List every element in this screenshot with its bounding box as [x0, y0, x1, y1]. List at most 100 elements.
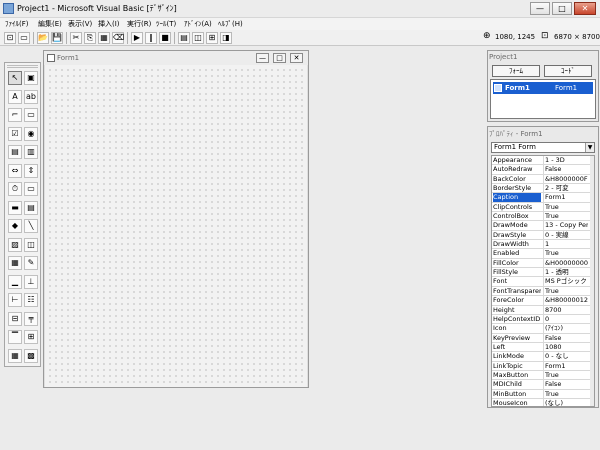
- menu-tools[interactable]: ﾂｰﾙ(T): [156, 18, 176, 30]
- property-value[interactable]: &H8000000F&: [543, 174, 588, 184]
- property-row[interactable]: Height 8700: [492, 305, 594, 315]
- form-close-button[interactable]: ✕: [290, 53, 303, 63]
- vscrollbar-tool[interactable]: ⇕: [24, 163, 38, 178]
- combobox-tool[interactable]: ▤: [8, 145, 22, 159]
- property-row[interactable]: BorderStyle 2 - 可変: [492, 184, 594, 194]
- property-row[interactable]: FontTransparent True: [492, 286, 594, 297]
- property-row[interactable]: LinkTopic Form1: [492, 361, 594, 371]
- menu-insert[interactable]: 挿入(I): [98, 18, 120, 30]
- property-value[interactable]: 8700: [543, 305, 588, 314]
- statusbar-tool[interactable]: ▔: [8, 330, 22, 344]
- object-browser-icon[interactable]: ◫: [192, 32, 204, 44]
- textbox-tool[interactable]: ab: [24, 89, 38, 104]
- property-row[interactable]: DrawWidth 1: [492, 240, 594, 250]
- property-row[interactable]: MouseIcon (なし): [492, 398, 594, 406]
- menu-file[interactable]: ﾌｧｲﾙ(F): [5, 18, 29, 30]
- property-row[interactable]: Enabled True: [492, 249, 594, 259]
- progressbar-tool[interactable]: ▁: [8, 274, 22, 289]
- data-view-icon[interactable]: ◨: [220, 32, 232, 44]
- property-value[interactable]: 1080: [543, 342, 588, 352]
- property-value[interactable]: True: [543, 202, 588, 212]
- commandbutton-tool[interactable]: ▭: [24, 108, 38, 122]
- property-value[interactable]: True: [543, 370, 588, 380]
- tabstrip-tool[interactable]: ⊟: [8, 311, 22, 326]
- property-value[interactable]: True: [543, 212, 588, 221]
- form-canvas[interactable]: [45, 65, 307, 387]
- property-row[interactable]: KeyPreview False: [492, 333, 594, 343]
- treeview-tool[interactable]: ⊢: [8, 293, 22, 307]
- property-value[interactable]: (なし): [543, 398, 588, 406]
- start-icon[interactable]: ▶: [131, 32, 143, 44]
- property-row[interactable]: LinkMode 0 - なし: [492, 352, 594, 362]
- optionbutton-tool[interactable]: ◉: [24, 126, 38, 141]
- property-row[interactable]: DrawStyle 0 - 実線: [492, 230, 594, 241]
- paste-icon[interactable]: ▦: [98, 32, 110, 44]
- imagelist-tool[interactable]: ⊞: [24, 330, 38, 344]
- menu-help[interactable]: ﾍﾙﾌﾟ(H): [218, 18, 243, 30]
- property-row[interactable]: MinButton True: [492, 389, 594, 399]
- property-value[interactable]: Form1: [543, 193, 588, 202]
- close-button[interactable]: ✕: [574, 2, 596, 15]
- toolbar-tool[interactable]: ╤: [24, 311, 38, 326]
- form-maximize-button[interactable]: □: [273, 53, 286, 63]
- property-row[interactable]: Font MS Pゴシック: [492, 277, 594, 287]
- property-value[interactable]: 0 - なし: [543, 352, 588, 361]
- copy-icon[interactable]: ⎘: [84, 32, 96, 44]
- property-value[interactable]: False: [543, 333, 588, 342]
- datagrid-tool[interactable]: ▦: [8, 348, 22, 363]
- image-tool[interactable]: ▨: [8, 237, 22, 252]
- maximize-button[interactable]: □: [552, 2, 572, 15]
- menu-edit[interactable]: 編集(E): [38, 18, 62, 30]
- property-row[interactable]: Caption Form1: [492, 193, 594, 203]
- property-value[interactable]: 0: [543, 314, 588, 324]
- richtext-tool[interactable]: ✎: [24, 256, 38, 270]
- view-object-button[interactable]: ﾌｫｰﾑ: [492, 65, 540, 77]
- view-code-button[interactable]: ｺｰﾄﾞ: [544, 65, 592, 77]
- end-icon[interactable]: ■: [159, 32, 171, 44]
- save-icon[interactable]: 💾: [51, 32, 63, 44]
- picturebox-tool[interactable]: ▣: [24, 71, 38, 85]
- property-value[interactable]: 1: [543, 240, 588, 249]
- property-value[interactable]: False: [543, 380, 588, 389]
- slider-tool[interactable]: ⊥: [24, 274, 38, 289]
- filelistbox-tool[interactable]: ▤: [24, 200, 38, 215]
- project-icon[interactable]: ⊡: [4, 32, 16, 44]
- toolbox-grip[interactable]: [7, 65, 38, 68]
- property-row[interactable]: ControlBox True: [492, 212, 594, 222]
- listview-tool[interactable]: ☷: [24, 293, 38, 307]
- checkbox-tool[interactable]: ☑: [8, 126, 22, 141]
- data-tool[interactable]: ◫: [24, 237, 38, 252]
- minimize-button[interactable]: —: [530, 2, 550, 15]
- open-icon[interactable]: 📂: [37, 32, 49, 44]
- timer-tool[interactable]: ⏱: [8, 182, 22, 196]
- ole-tool[interactable]: ▦: [8, 256, 22, 270]
- property-value[interactable]: (ｱｲｺﾝ): [543, 324, 588, 333]
- property-row[interactable]: DrawMode 13 - Copy Pen: [492, 221, 594, 231]
- property-row[interactable]: MDIChild False: [492, 380, 594, 390]
- property-row[interactable]: Left 1080: [492, 342, 594, 353]
- property-row[interactable]: ClipControls True: [492, 202, 594, 213]
- property-value[interactable]: Form1: [543, 361, 588, 370]
- menu-addins[interactable]: ｱﾄﾞｲﾝ(A): [184, 18, 212, 30]
- property-row[interactable]: AutoRedraw False: [492, 165, 594, 175]
- property-row[interactable]: ForeColor&H80000012&: [492, 296, 594, 306]
- property-value[interactable]: MS Pゴシック: [543, 277, 588, 286]
- property-value[interactable]: True: [543, 286, 588, 296]
- chevron-down-icon[interactable]: ▼: [585, 143, 594, 152]
- property-row[interactable]: HelpContextID 0: [492, 314, 594, 325]
- pointer-tool[interactable]: ↖: [8, 71, 22, 85]
- shape-tool[interactable]: ◆: [8, 219, 22, 233]
- property-row[interactable]: FillStyle 1 - 透明: [492, 268, 594, 278]
- property-value[interactable]: &H80000012&: [543, 296, 588, 305]
- flexgrid-tool[interactable]: ▩: [24, 348, 38, 363]
- property-value[interactable]: 2 - 可変: [543, 184, 588, 193]
- frame-tool[interactable]: ⌐: [8, 108, 22, 122]
- property-row[interactable]: Icon (ｱｲｺﾝ): [492, 324, 594, 334]
- property-value[interactable]: True: [543, 389, 588, 398]
- property-value[interactable]: True: [543, 249, 588, 258]
- property-scrollbar[interactable]: [590, 156, 594, 406]
- property-value[interactable]: 1 - 3D: [543, 156, 588, 165]
- break-icon[interactable]: ‖: [145, 32, 157, 44]
- toolbox-icon[interactable]: ⊞: [206, 32, 218, 44]
- listbox-tool[interactable]: ▥: [24, 145, 38, 159]
